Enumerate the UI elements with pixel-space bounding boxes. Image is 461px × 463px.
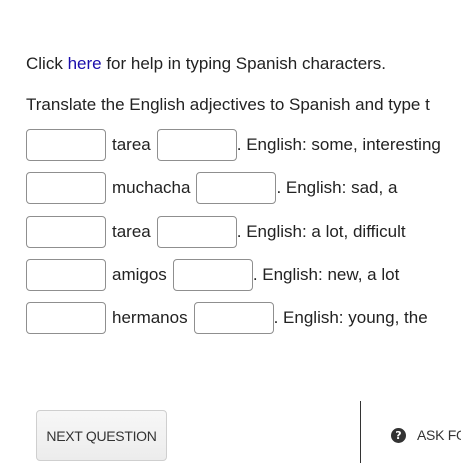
question-circle-icon: ?	[391, 427, 406, 443]
answer-input-second[interactable]	[156, 216, 237, 248]
english-hint: . English: young, the	[273, 308, 428, 327]
question-row: tarea . English: a lot, difficult	[26, 216, 406, 248]
noun-word: hermanos	[112, 308, 188, 327]
instruction-text: Translate the English adjectives to Span…	[26, 95, 430, 114]
help-suffix: for help in typing Spanish characters.	[101, 54, 387, 73]
answer-input-second[interactable]	[193, 302, 274, 334]
answer-input-first[interactable]	[26, 172, 106, 204]
footer-divider	[360, 401, 361, 463]
question-row: hermanos . English: young, the	[26, 302, 428, 334]
english-hint: . English: sad, a	[276, 178, 398, 197]
help-link[interactable]: here	[68, 54, 102, 73]
answer-input-first[interactable]	[26, 129, 106, 161]
help-line: Click here for help in typing Spanish ch…	[26, 53, 386, 75]
question-row: amigos . English: new, a lot	[26, 259, 399, 291]
noun-word: muchacha	[112, 178, 191, 197]
noun-word: amigos	[112, 265, 167, 284]
help-prefix: Click	[26, 54, 68, 73]
answer-input-second[interactable]	[156, 129, 237, 161]
english-hint: . English: new, a lot	[252, 265, 400, 284]
answer-input-first[interactable]	[26, 216, 106, 248]
next-question-button[interactable]: NEXT QUESTION	[36, 410, 167, 461]
noun-word: tarea	[112, 135, 151, 154]
question-row: tarea . English: some, interesting	[26, 129, 441, 161]
noun-word: tarea	[112, 222, 151, 241]
english-hint: . English: some, interesting	[236, 135, 441, 154]
ask-label: ASK FOR	[417, 427, 461, 443]
ask-for-help-button[interactable]: ? ASK FOR	[391, 427, 461, 443]
question-row: muchacha . English: sad, a	[26, 172, 397, 204]
answer-input-second[interactable]	[196, 172, 277, 204]
answer-input-first[interactable]	[26, 259, 106, 291]
answer-input-first[interactable]	[26, 302, 106, 334]
english-hint: . English: a lot, difficult	[236, 222, 406, 241]
answer-input-second[interactable]	[172, 259, 253, 291]
